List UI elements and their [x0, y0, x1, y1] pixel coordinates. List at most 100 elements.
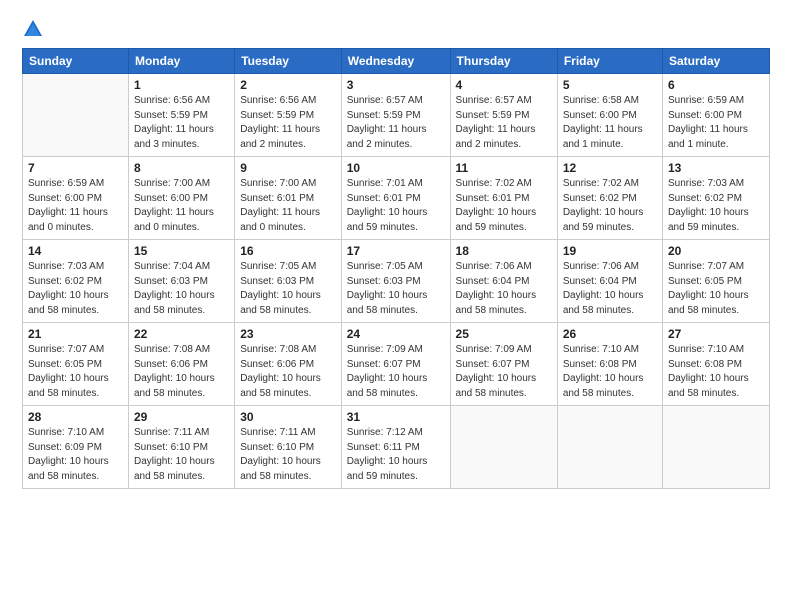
week-row-5: 28 Sunrise: 7:10 AM Sunset: 6:09 PM Dayli…: [23, 406, 770, 489]
day-number: 21: [28, 327, 123, 341]
day-info: Sunrise: 7:07 AM Sunset: 6:05 PM Dayligh…: [28, 343, 123, 401]
day-number: 31: [347, 410, 445, 424]
logo-icon: [22, 18, 44, 40]
day-cell: 2 Sunrise: 6:56 AM Sunset: 5:59 PM Daylig…: [235, 74, 342, 157]
day-cell: 15 Sunrise: 7:04 AM Sunset: 6:03 PM Dayli…: [128, 240, 234, 323]
day-info: Sunrise: 7:08 AM Sunset: 6:06 PM Dayligh…: [240, 343, 336, 401]
day-number: 17: [347, 244, 445, 258]
day-number: 27: [668, 327, 764, 341]
day-info: Sunrise: 7:02 AM Sunset: 6:01 PM Dayligh…: [456, 177, 552, 235]
page: SundayMondayTuesdayWednesdayThursdayFrid…: [0, 0, 792, 612]
day-info: Sunrise: 7:11 AM Sunset: 6:10 PM Dayligh…: [134, 426, 229, 484]
day-number: 18: [456, 244, 552, 258]
day-info: Sunrise: 7:10 AM Sunset: 6:08 PM Dayligh…: [563, 343, 657, 401]
day-number: 1: [134, 78, 229, 92]
day-number: 20: [668, 244, 764, 258]
day-info: Sunrise: 7:01 AM Sunset: 6:01 PM Dayligh…: [347, 177, 445, 235]
day-cell: 9 Sunrise: 7:00 AM Sunset: 6:01 PM Daylig…: [235, 157, 342, 240]
day-info: Sunrise: 7:06 AM Sunset: 6:04 PM Dayligh…: [456, 260, 552, 318]
day-cell: 25Sunrise: 7:09 AM Sunset: 6:07 PM Dayli…: [450, 323, 557, 406]
day-cell: 8 Sunrise: 7:00 AM Sunset: 6:00 PM Daylig…: [128, 157, 234, 240]
day-number: 6: [668, 78, 764, 92]
day-number: 9: [240, 161, 336, 175]
day-cell: 29 Sunrise: 7:11 AM Sunset: 6:10 PM Dayli…: [128, 406, 234, 489]
day-number: 29: [134, 410, 229, 424]
day-info: Sunrise: 7:06 AM Sunset: 6:04 PM Dayligh…: [563, 260, 657, 318]
day-cell: [23, 74, 129, 157]
day-info: Sunrise: 6:56 AM Sunset: 5:59 PM Dayligh…: [134, 94, 229, 152]
day-number: 8: [134, 161, 229, 175]
day-cell: 21 Sunrise: 7:07 AM Sunset: 6:05 PM Dayli…: [23, 323, 129, 406]
day-number: 22: [134, 327, 229, 341]
day-cell: [450, 406, 557, 489]
day-number: 2: [240, 78, 336, 92]
day-cell: 26 Sunrise: 7:10 AM Sunset: 6:08 PM Dayli…: [557, 323, 662, 406]
day-cell: 28 Sunrise: 7:10 AM Sunset: 6:09 PM Dayli…: [23, 406, 129, 489]
day-number: 28: [28, 410, 123, 424]
day-info: Sunrise: 7:10 AM Sunset: 6:08 PM Dayligh…: [668, 343, 764, 401]
weekday-header-wednesday: Wednesday: [341, 49, 450, 74]
day-number: 30: [240, 410, 336, 424]
day-number: 4: [456, 78, 552, 92]
day-info: Sunrise: 7:10 AM Sunset: 6:09 PM Dayligh…: [28, 426, 123, 484]
weekday-header-row: SundayMondayTuesdayWednesdayThursdayFrid…: [23, 49, 770, 74]
day-cell: 30Sunrise: 7:11 AM Sunset: 6:10 PM Dayli…: [235, 406, 342, 489]
day-number: 26: [563, 327, 657, 341]
day-number: 10: [347, 161, 445, 175]
day-cell: 13 Sunrise: 7:03 AM Sunset: 6:02 PM Dayli…: [662, 157, 769, 240]
day-cell: 18 Sunrise: 7:06 AM Sunset: 6:04 PM Dayli…: [450, 240, 557, 323]
day-number: 5: [563, 78, 657, 92]
day-cell: 31 Sunrise: 7:12 AM Sunset: 6:11 PM Dayli…: [341, 406, 450, 489]
day-cell: 27 Sunrise: 7:10 AM Sunset: 6:08 PM Dayli…: [662, 323, 769, 406]
weekday-header-thursday: Thursday: [450, 49, 557, 74]
day-info: Sunrise: 7:04 AM Sunset: 6:03 PM Dayligh…: [134, 260, 229, 318]
day-cell: 14 Sunrise: 7:03 AM Sunset: 6:02 PM Dayli…: [23, 240, 129, 323]
day-info: Sunrise: 6:56 AM Sunset: 5:59 PM Dayligh…: [240, 94, 336, 152]
week-row-3: 14 Sunrise: 7:03 AM Sunset: 6:02 PM Dayli…: [23, 240, 770, 323]
day-cell: 20Sunrise: 7:07 AM Sunset: 6:05 PM Dayli…: [662, 240, 769, 323]
day-cell: 23 Sunrise: 7:08 AM Sunset: 6:06 PM Dayli…: [235, 323, 342, 406]
day-number: 15: [134, 244, 229, 258]
day-cell: 11 Sunrise: 7:02 AM Sunset: 6:01 PM Dayli…: [450, 157, 557, 240]
day-cell: 7 Sunrise: 6:59 AM Sunset: 6:00 PM Daylig…: [23, 157, 129, 240]
day-number: 13: [668, 161, 764, 175]
day-cell: 19Sunrise: 7:06 AM Sunset: 6:04 PM Dayli…: [557, 240, 662, 323]
day-cell: [557, 406, 662, 489]
day-info: Sunrise: 6:59 AM Sunset: 6:00 PM Dayligh…: [668, 94, 764, 152]
day-cell: 17 Sunrise: 7:05 AM Sunset: 6:03 PM Dayli…: [341, 240, 450, 323]
day-number: 7: [28, 161, 123, 175]
day-info: Sunrise: 7:05 AM Sunset: 6:03 PM Dayligh…: [240, 260, 336, 318]
day-number: 12: [563, 161, 657, 175]
day-info: Sunrise: 7:00 AM Sunset: 6:01 PM Dayligh…: [240, 177, 336, 235]
day-number: 16: [240, 244, 336, 258]
day-number: 24: [347, 327, 445, 341]
day-info: Sunrise: 7:08 AM Sunset: 6:06 PM Dayligh…: [134, 343, 229, 401]
day-info: Sunrise: 7:12 AM Sunset: 6:11 PM Dayligh…: [347, 426, 445, 484]
day-info: Sunrise: 7:05 AM Sunset: 6:03 PM Dayligh…: [347, 260, 445, 318]
header: [22, 18, 770, 40]
day-cell: 16 Sunrise: 7:05 AM Sunset: 6:03 PM Dayli…: [235, 240, 342, 323]
day-info: Sunrise: 6:57 AM Sunset: 5:59 PM Dayligh…: [347, 94, 445, 152]
day-number: 14: [28, 244, 123, 258]
day-cell: 3 Sunrise: 6:57 AM Sunset: 5:59 PM Daylig…: [341, 74, 450, 157]
day-cell: 24 Sunrise: 7:09 AM Sunset: 6:07 PM Dayli…: [341, 323, 450, 406]
day-info: Sunrise: 7:02 AM Sunset: 6:02 PM Dayligh…: [563, 177, 657, 235]
day-info: Sunrise: 7:00 AM Sunset: 6:00 PM Dayligh…: [134, 177, 229, 235]
day-number: 3: [347, 78, 445, 92]
day-info: Sunrise: 7:03 AM Sunset: 6:02 PM Dayligh…: [28, 260, 123, 318]
weekday-header-monday: Monday: [128, 49, 234, 74]
week-row-1: 1 Sunrise: 6:56 AM Sunset: 5:59 PM Daylig…: [23, 74, 770, 157]
day-info: Sunrise: 6:58 AM Sunset: 6:00 PM Dayligh…: [563, 94, 657, 152]
day-cell: 6 Sunrise: 6:59 AM Sunset: 6:00 PM Daylig…: [662, 74, 769, 157]
day-cell: 4Sunrise: 6:57 AM Sunset: 5:59 PM Daylig…: [450, 74, 557, 157]
day-info: Sunrise: 6:59 AM Sunset: 6:00 PM Dayligh…: [28, 177, 123, 235]
weekday-header-tuesday: Tuesday: [235, 49, 342, 74]
day-info: Sunrise: 7:03 AM Sunset: 6:02 PM Dayligh…: [668, 177, 764, 235]
day-cell: [662, 406, 769, 489]
day-info: Sunrise: 7:09 AM Sunset: 6:07 PM Dayligh…: [347, 343, 445, 401]
day-cell: 10 Sunrise: 7:01 AM Sunset: 6:01 PM Dayli…: [341, 157, 450, 240]
day-number: 23: [240, 327, 336, 341]
week-row-2: 7 Sunrise: 6:59 AM Sunset: 6:00 PM Daylig…: [23, 157, 770, 240]
day-number: 11: [456, 161, 552, 175]
day-cell: 22 Sunrise: 7:08 AM Sunset: 6:06 PM Dayli…: [128, 323, 234, 406]
